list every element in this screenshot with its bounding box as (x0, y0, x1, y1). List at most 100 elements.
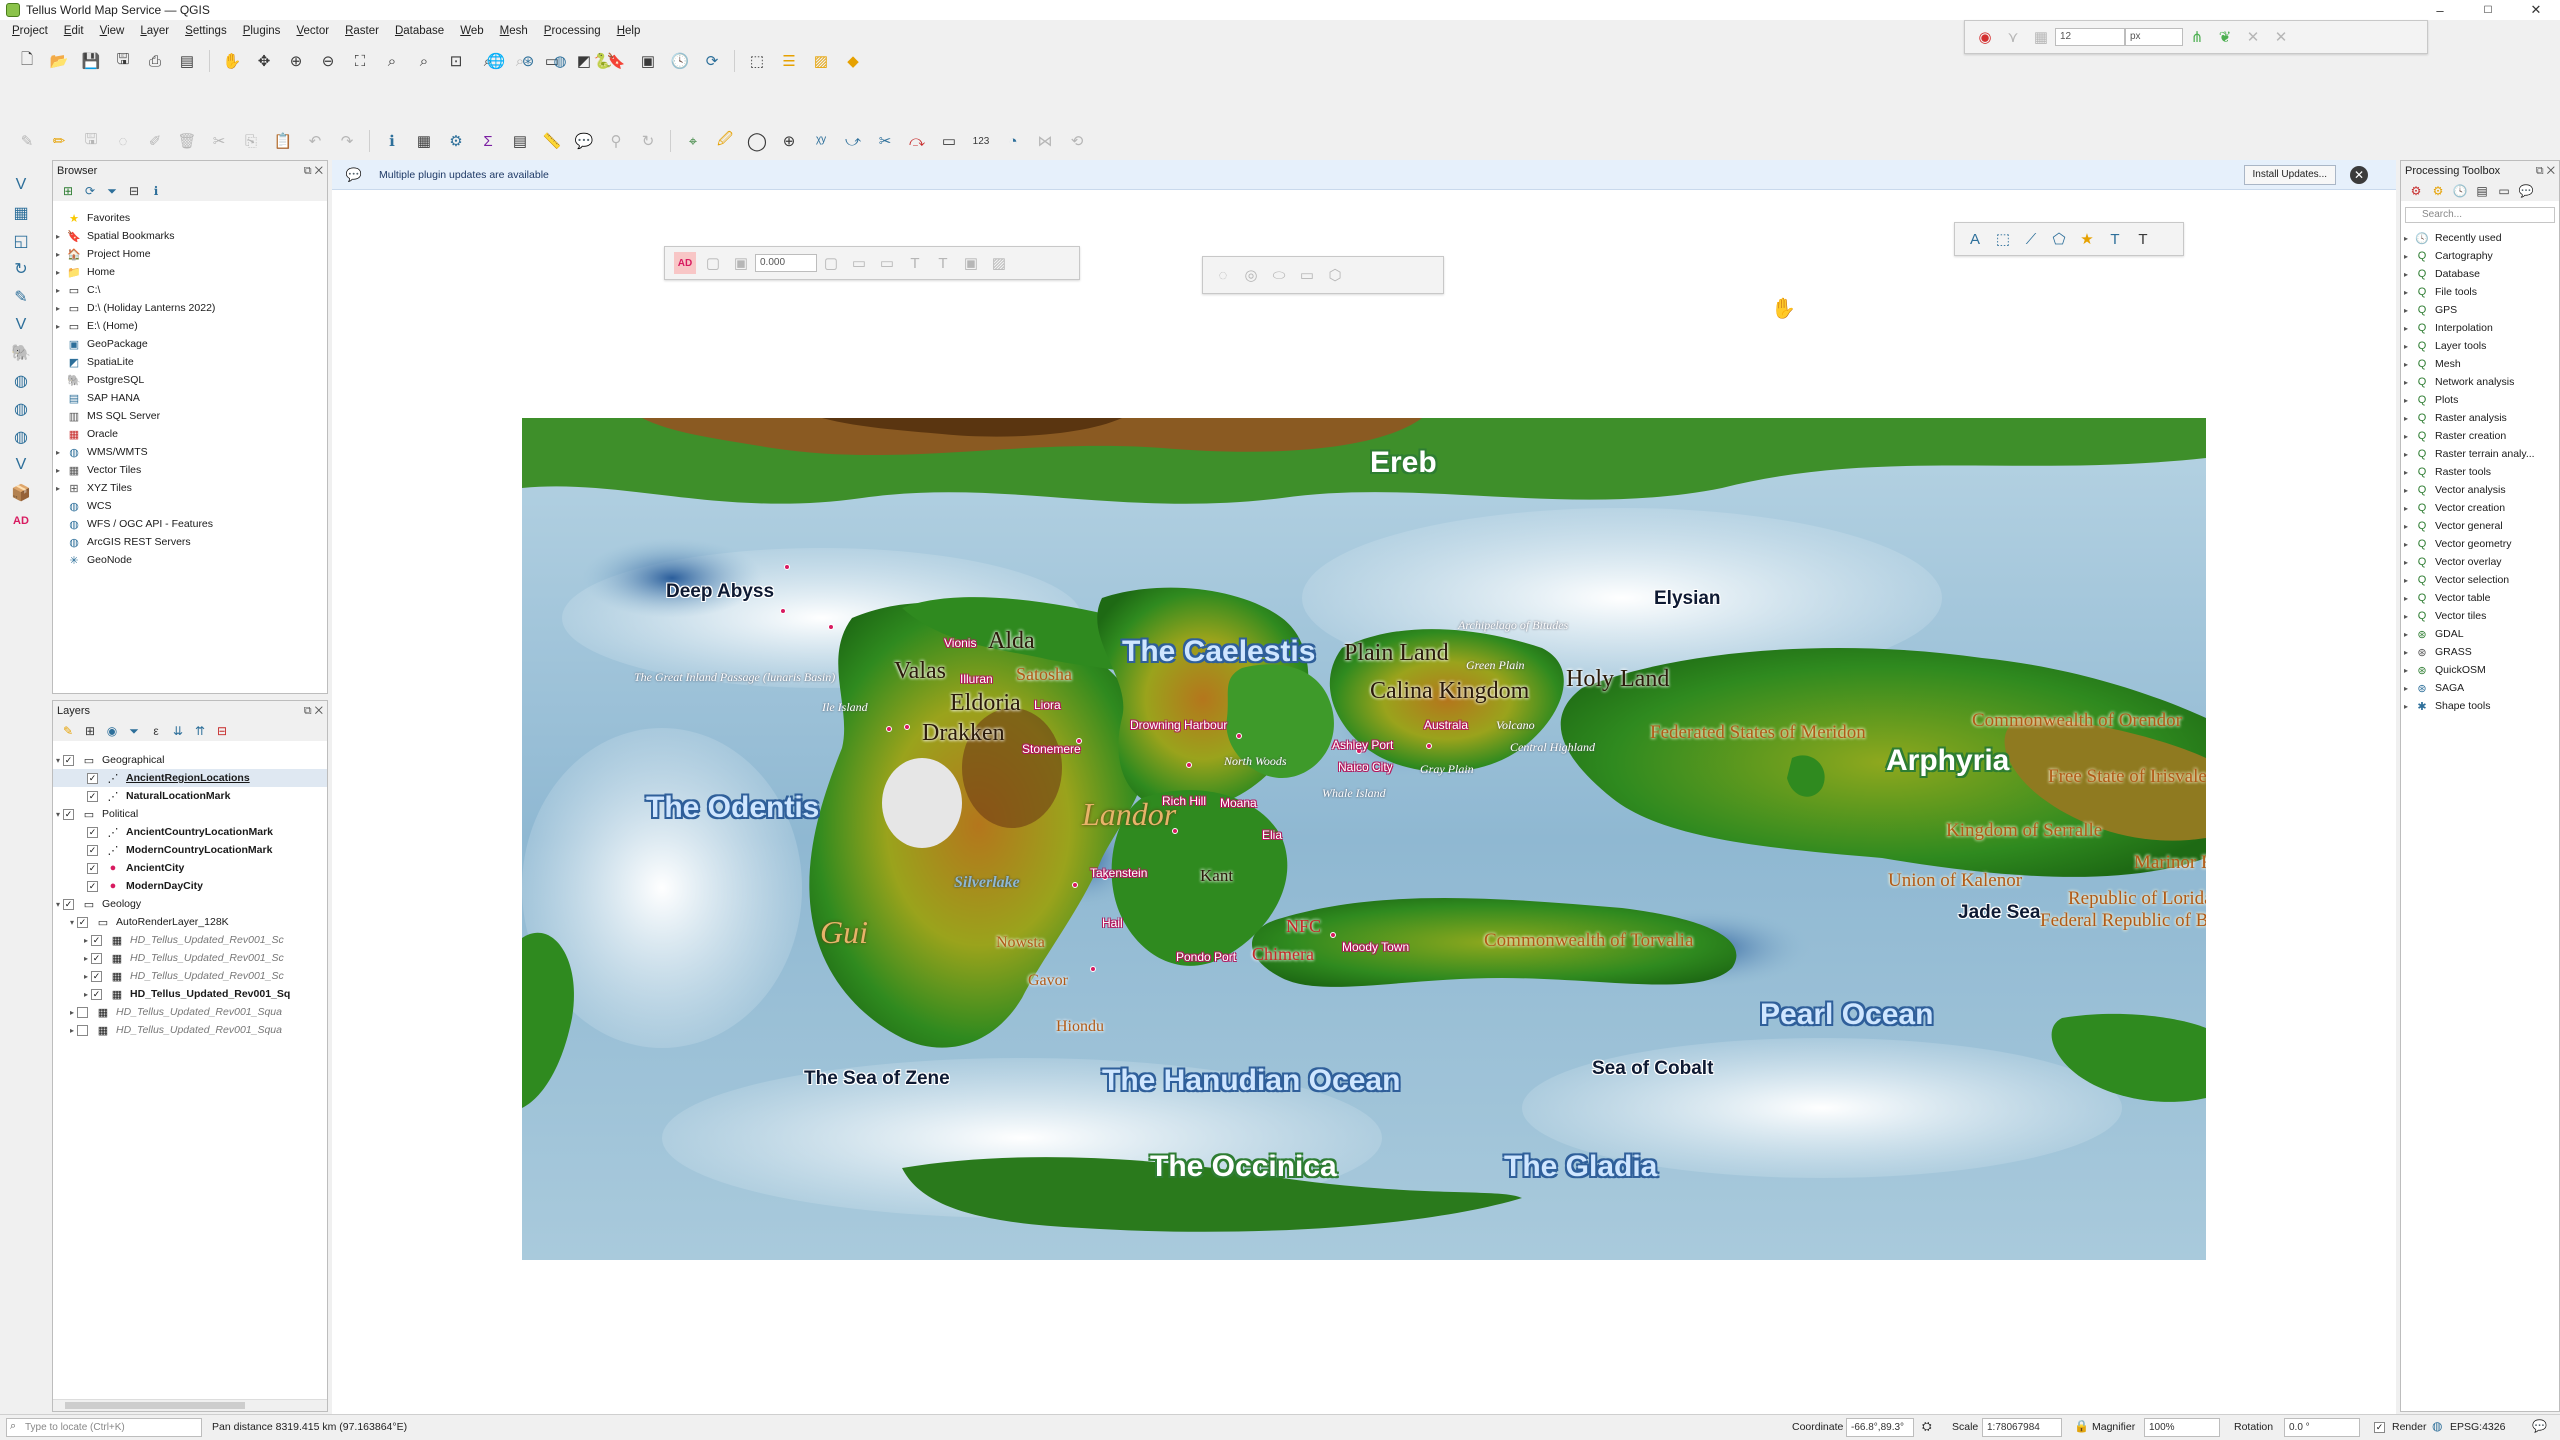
options-icon[interactable]: 💬 (2519, 184, 2534, 198)
search-input[interactable]: Search... (2405, 207, 2555, 223)
refresh-icon[interactable]: ⟳ (701, 50, 723, 72)
processing-item[interactable]: ▸ Q Vector table (2401, 589, 2559, 607)
cut-icon[interactable]: ✂ (208, 130, 230, 152)
toggle-editing-icon[interactable]: ✏ (48, 130, 70, 152)
city-marker[interactable] (904, 724, 910, 730)
coordinate-field[interactable]: -66.8°,89.3° (1846, 1418, 1914, 1437)
processing-item[interactable]: ▸ Q Raster analysis (2401, 409, 2559, 427)
processing-icon[interactable]: ⚙ (445, 130, 467, 152)
text-along-line-icon[interactable]: T (2104, 228, 2126, 250)
save-as-icon[interactable]: 🖫 (112, 50, 134, 72)
menu-edit[interactable]: Edit (56, 25, 92, 37)
toggle-extents-icon[interactable]: ⛭ (1922, 1419, 1932, 1434)
processing-item[interactable]: ▸ Q File tools (2401, 283, 2559, 301)
layer-item[interactable]: ✓ ⋰ AncientCountryLocationMark (53, 823, 327, 841)
processing-item[interactable]: ▸ Q Vector analysis (2401, 481, 2559, 499)
browser-item[interactable]: ▸ ⊞ XYZ Tiles (53, 479, 327, 497)
close-icon[interactable]: ⧉ ✕ (2536, 161, 2555, 181)
add-geopackage-icon[interactable]: ✎ (10, 286, 32, 308)
browser-item[interactable]: ▸ 🔖 Spatial Bookmarks (53, 227, 327, 245)
city-marker[interactable] (1186, 762, 1192, 768)
processing-item[interactable]: ▸ Q Vector creation (2401, 499, 2559, 517)
raster-layer[interactable]: ▸ ✓ ▦ HD_Tellus_Updated_Rev001_Sq (53, 985, 327, 1003)
save-project-icon[interactable]: 💾 (80, 50, 102, 72)
label-offset-input[interactable]: 0.000 (755, 254, 817, 272)
offset-icon[interactable]: ◔ (1002, 130, 1024, 152)
city-marker[interactable] (828, 624, 834, 630)
vertex-tool-icon[interactable]: ✐ (144, 130, 166, 152)
browser-item[interactable]: ▸ ▭ C:\ (53, 281, 327, 299)
layer-group[interactable]: ▾ ✓ ▭ Geology (53, 895, 327, 913)
ruler-icon[interactable]: ▭ (938, 130, 960, 152)
label-rotate-icon[interactable]: ▢ (820, 252, 842, 274)
browser-item[interactable]: ▦ Oracle (53, 425, 327, 443)
browser-item[interactable]: ▤ SAP HANA (53, 389, 327, 407)
ad-icon[interactable]: AD (674, 252, 696, 274)
annotation-text-icon[interactable]: T (2132, 228, 2154, 250)
rotate-icon[interactable]: ⟲ (1066, 130, 1088, 152)
browser-item[interactable]: ✳ GeoNode (53, 551, 327, 569)
layer-item[interactable]: ✓ ⋰ NaturalLocationMark (53, 787, 327, 805)
add-wcs-icon[interactable]: ◍ (10, 426, 32, 448)
processing-item[interactable]: ▸ Q Vector selection (2401, 571, 2559, 589)
raster-layer[interactable]: ▸ ✓ ▦ HD_Tellus_Updated_Rev001_Sc (53, 949, 327, 967)
properties-icon[interactable]: ℹ (149, 184, 163, 198)
processing-item[interactable]: ▸ Q Raster creation (2401, 427, 2559, 445)
web-icon[interactable]: ⊛ (517, 50, 539, 72)
world-map[interactable]: Ereb Deep Abyss Elysian The Caelestis Th… (522, 418, 2206, 1260)
browser-item[interactable]: ★ Favorites (53, 209, 327, 227)
menu-view[interactable]: View (92, 25, 133, 37)
processing-item[interactable]: ▸ Q Raster tools (2401, 463, 2559, 481)
label-diagram-icon[interactable]: ▣ (960, 252, 982, 274)
horizontal-scrollbar[interactable] (53, 1399, 327, 1411)
circle-icon[interactable]: ◯ (746, 130, 768, 152)
menu-processing[interactable]: Processing (536, 25, 609, 37)
browser-item[interactable]: ◍ WCS (53, 497, 327, 515)
python-console-icon[interactable]: 🐍 (592, 50, 614, 72)
measure-line-icon[interactable]: 📏 (541, 130, 563, 152)
polygon-icon[interactable]: ⬡ (1324, 264, 1346, 286)
crosshair-icon[interactable]: ⊕ (778, 130, 800, 152)
results-icon[interactable]: ▤ (2475, 184, 2489, 198)
history-icon[interactable]: 🕓 (2453, 184, 2468, 198)
processing-item[interactable]: ▸ Q Cartography (2401, 247, 2559, 265)
run-feature-action-icon[interactable]: ⚲ (605, 130, 627, 152)
deselect-icon[interactable]: ▨ (810, 50, 832, 72)
remove-layer-icon[interactable]: ⊟ (215, 724, 229, 738)
save-edits-icon[interactable]: 🖫 (80, 130, 102, 152)
processing-item[interactable]: ▸ Q Mesh (2401, 355, 2559, 373)
label-move-icon[interactable]: ▭ (848, 252, 870, 274)
menu-help[interactable]: Help (609, 25, 649, 37)
messages-icon[interactable]: 💬 (2532, 1419, 2547, 1433)
expand-all-icon[interactable]: ⇊ (171, 724, 185, 738)
zoom-in-icon[interactable]: ⊕ (285, 50, 307, 72)
processing-item[interactable]: ▸ Q Vector tiles (2401, 607, 2559, 625)
add-postgis-icon[interactable]: 🐘 (10, 342, 32, 364)
raster-layer[interactable]: ▸ ✓ ▦ HD_Tellus_Updated_Rev001_Sc (53, 967, 327, 985)
ad-icon[interactable]: AD (10, 510, 32, 532)
print-layout-icon[interactable]: ⎙ (144, 50, 166, 72)
eye-icon[interactable]: ◉ (105, 724, 119, 738)
ellipse-icon[interactable]: ⬭ (1268, 264, 1290, 286)
split-icon[interactable]: ✂ (874, 130, 896, 152)
redo-icon[interactable]: ↷ (336, 130, 358, 152)
circle-tool-icon[interactable]: ◎ (1240, 264, 1262, 286)
menu-settings[interactable]: Settings (177, 25, 235, 37)
processing-item[interactable]: ▸ Q Vector overlay (2401, 553, 2559, 571)
wms-icon[interactable]: 🌐 (485, 50, 507, 72)
zoom-full-icon[interactable]: ⛶ (349, 50, 371, 72)
locator-input[interactable]: Type to locate (Ctrl+K) (6, 1418, 202, 1437)
xy-tool-icon[interactable]: ᵡʸ (810, 130, 832, 152)
add-vector-layer-icon[interactable]: V (10, 174, 32, 196)
merge-icon[interactable]: ⋈ (1034, 130, 1056, 152)
add-spatialite-icon[interactable]: V (10, 314, 32, 336)
statistics-icon[interactable]: Σ (477, 130, 499, 152)
render-checkbox[interactable]: ✓ (2374, 1422, 2385, 1433)
text-annotation-icon[interactable]: A (1964, 228, 1986, 250)
minimize-button[interactable]: – (2420, 0, 2460, 20)
layer-group[interactable]: ▾ ✓ ▭ AutoRenderLayer_128K (53, 913, 327, 931)
zoom-layer-icon[interactable]: ⌕ (413, 50, 435, 72)
zoom-native-icon[interactable]: ⊡ (445, 50, 467, 72)
menu-web[interactable]: Web (452, 25, 491, 37)
menu-vector[interactable]: Vector (288, 25, 337, 37)
